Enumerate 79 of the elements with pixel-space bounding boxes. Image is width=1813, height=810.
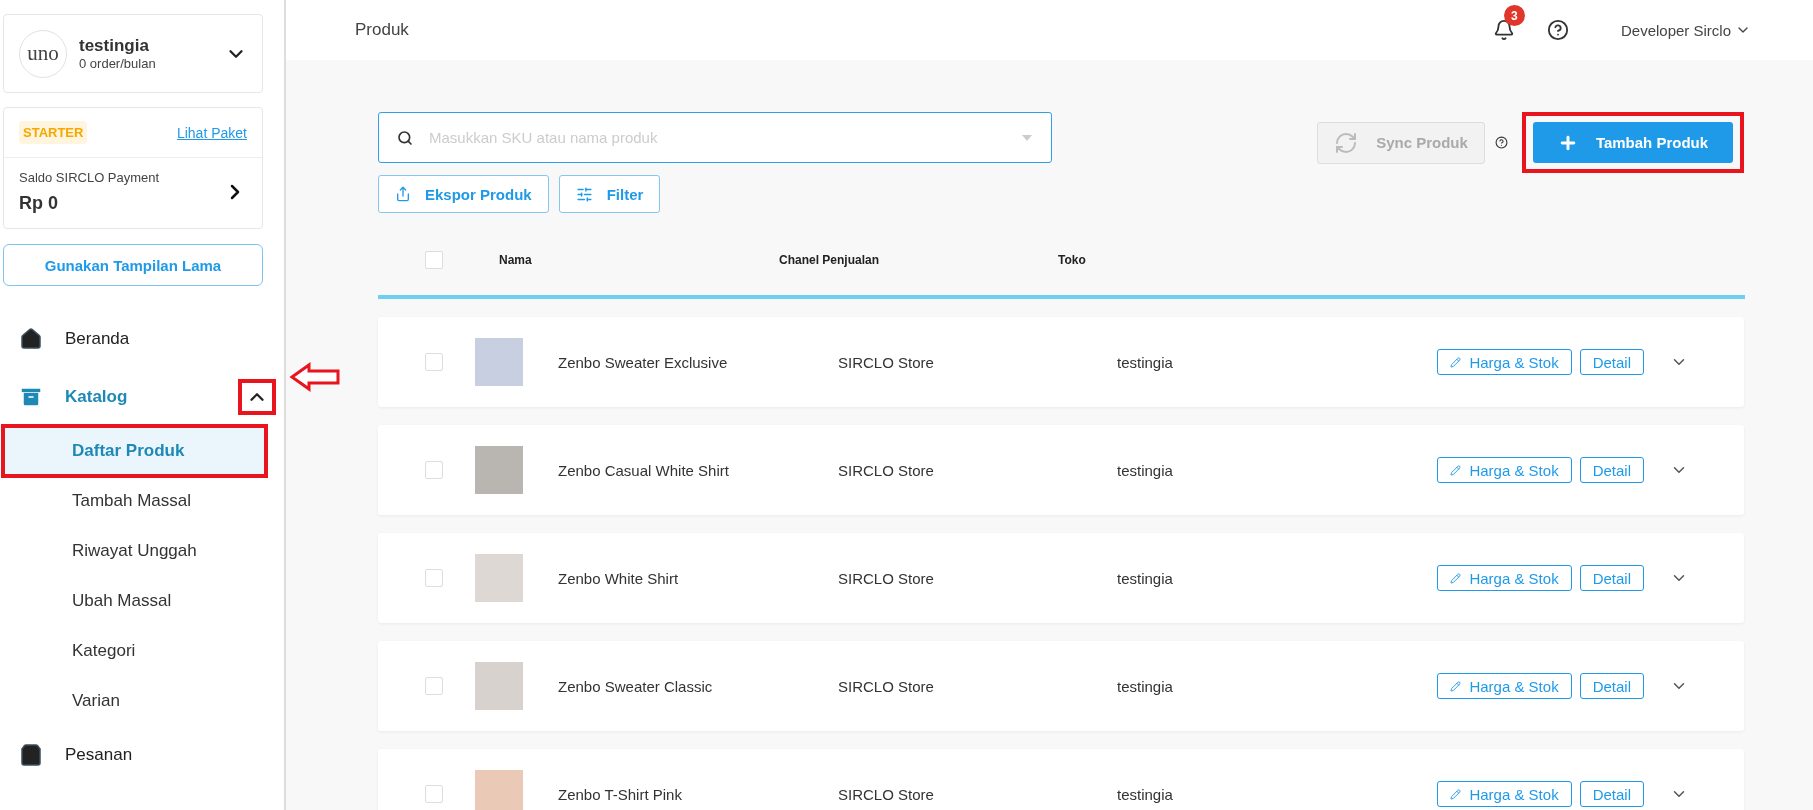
- notification-icon[interactable]: [1492, 19, 1515, 41]
- balance-value: Rp 0: [19, 193, 59, 214]
- notification-count: 3: [1503, 5, 1525, 26]
- detail-button[interactable]: Detail: [1579, 673, 1644, 699]
- detail-button[interactable]: Detail: [1579, 565, 1644, 591]
- nav-subitem[interactable]: Kategori: [3, 626, 266, 676]
- nav-subitem[interactable]: Tambah Massal: [3, 476, 266, 526]
- refresh-icon: [1334, 130, 1359, 155]
- archive-box-icon: [19, 385, 43, 409]
- checkbox[interactable]: [425, 251, 443, 269]
- plan-link[interactable]: Lihat Paket: [176, 124, 247, 141]
- store-subtitle: 0 order/bulan: [79, 56, 157, 71]
- nav-subitem[interactable]: Ubah Massal: [3, 576, 266, 626]
- add-product-button[interactable]: Tambah Produk: [1533, 122, 1733, 163]
- price-stock-button[interactable]: Harga & Stok: [1437, 457, 1572, 483]
- pencil-icon: [1450, 572, 1462, 584]
- pencil-icon: [1450, 356, 1462, 368]
- column-header: Chanel Penjualan: [779, 253, 881, 267]
- legacy-view-button[interactable]: Gunakan Tampilan Lama: [3, 244, 263, 286]
- nav-item[interactable]: Beranda: [3, 310, 284, 368]
- nav-item[interactable]: Pesanan: [3, 726, 284, 784]
- filter-icon: [575, 185, 593, 203]
- product-name: Zenbo Sweater Exclusive: [558, 353, 729, 371]
- column-header: Toko: [1058, 253, 1087, 267]
- sales-channel: SIRCLO Store: [838, 461, 935, 479]
- plan-badge: STARTER: [19, 121, 88, 144]
- sales-channel: SIRCLO Store: [838, 353, 935, 371]
- page-title: Produk: [355, 20, 410, 40]
- store-card[interactable]: uno testingia 0 order/bulan: [3, 14, 263, 93]
- checkbox[interactable]: [425, 785, 443, 803]
- product-name: Zenbo White Shirt: [558, 569, 680, 587]
- checkbox[interactable]: [425, 569, 443, 587]
- column-header: Nama: [499, 253, 533, 267]
- store-name: testingia: [1117, 353, 1174, 371]
- store-name: testingia: [1117, 785, 1174, 803]
- pencil-icon: [1450, 788, 1462, 800]
- toolbar-button[interactable]: Ekspor Produk: [378, 175, 549, 213]
- home-icon: [19, 327, 43, 351]
- product-name: Zenbo Casual White Shirt: [558, 461, 730, 479]
- store-name: testingia: [1117, 569, 1174, 587]
- photo-placeholder: [475, 446, 523, 494]
- store-name: testingia: [1117, 677, 1174, 695]
- nav-subitem[interactable]: Varian: [3, 676, 266, 726]
- pencil-icon: [1450, 680, 1462, 692]
- nav-subitem[interactable]: Riwayat Unggah: [3, 526, 266, 576]
- collapse-toggle[interactable]: [238, 379, 276, 415]
- price-stock-button[interactable]: Harga & Stok: [1437, 781, 1572, 807]
- checkbox[interactable]: [425, 461, 443, 479]
- toolbar-button[interactable]: Filter: [558, 175, 661, 213]
- photo-placeholder: [475, 554, 523, 602]
- search-icon: [397, 129, 413, 146]
- photo-placeholder: [475, 770, 523, 810]
- sales-channel: SIRCLO Store: [838, 569, 935, 587]
- checkbox[interactable]: [425, 677, 443, 695]
- nav-item[interactable]: Katalog: [3, 368, 284, 426]
- checkbox[interactable]: [425, 353, 443, 371]
- photo-placeholder: [475, 662, 523, 710]
- price-stock-button[interactable]: Harga & Stok: [1437, 565, 1572, 591]
- product-name: Zenbo T-Shirt Pink: [558, 785, 683, 803]
- balance-label: Saldo SIRCLO Payment: [19, 170, 161, 185]
- price-stock-button[interactable]: Harga & Stok: [1437, 673, 1572, 699]
- detail-button[interactable]: Detail: [1579, 349, 1644, 375]
- pointer-arrow-icon: [289, 362, 341, 392]
- help-icon[interactable]: [1546, 19, 1569, 41]
- help-icon[interactable]: [1495, 136, 1508, 149]
- photo-placeholder: [475, 338, 523, 386]
- detail-button[interactable]: Detail: [1579, 781, 1644, 807]
- pencil-icon: [1450, 464, 1462, 476]
- shopping-bag-icon: [19, 743, 43, 767]
- store-name: testingia: [79, 36, 150, 56]
- detail-button[interactable]: Detail: [1579, 457, 1644, 483]
- user-menu[interactable]: Developer Sirclo: [1614, 20, 1757, 40]
- nav-subitem[interactable]: Daftar Produk: [3, 426, 266, 476]
- product-name: Zenbo Sweater Classic: [558, 677, 714, 695]
- sales-channel: SIRCLO Store: [838, 677, 935, 695]
- export-icon: [395, 186, 411, 202]
- sales-channel: SIRCLO Store: [838, 785, 935, 803]
- store-name: testingia: [1117, 461, 1174, 479]
- price-stock-button[interactable]: Harga & Stok: [1437, 349, 1572, 375]
